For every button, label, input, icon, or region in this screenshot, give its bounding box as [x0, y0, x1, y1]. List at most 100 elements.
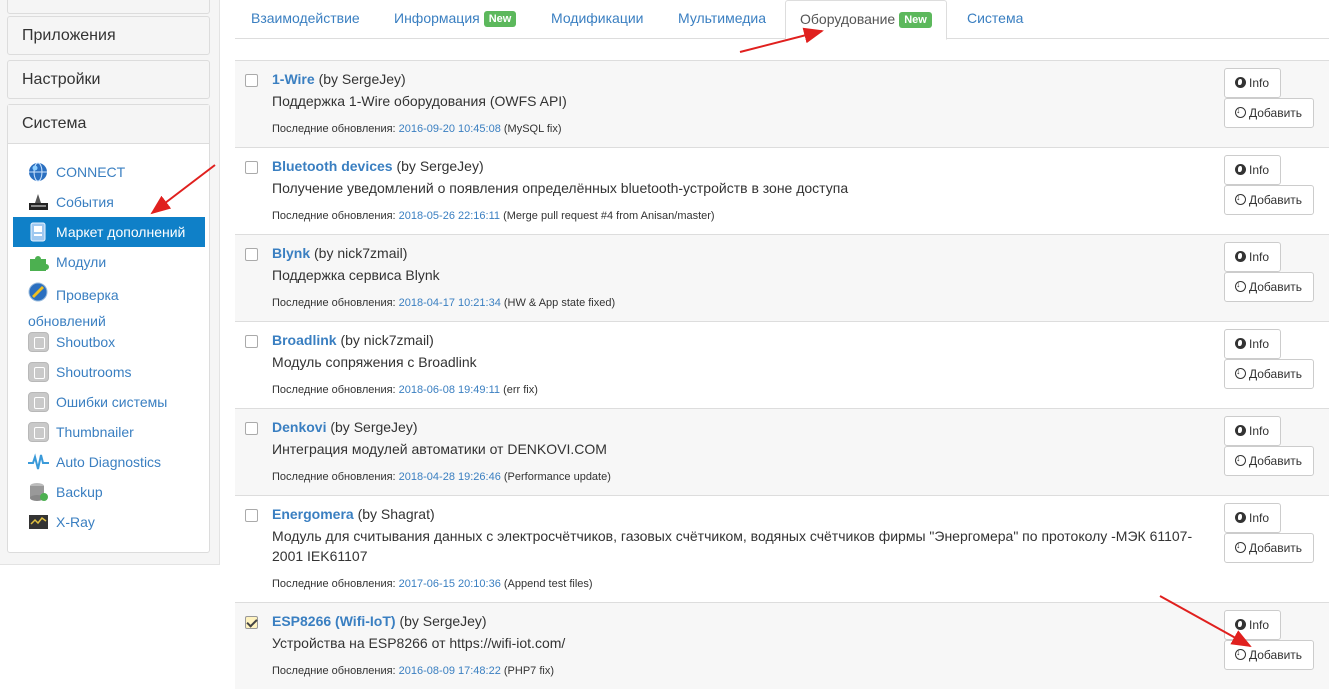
- add-button[interactable]: Добавить: [1224, 185, 1314, 215]
- tab-label: Информация: [394, 10, 480, 26]
- info-button[interactable]: Info: [1224, 416, 1281, 446]
- addon-select-checkbox[interactable]: [245, 422, 258, 435]
- addon-name-link[interactable]: Denkovi: [272, 419, 326, 435]
- addon-last-update: Последние обновления: 2016-08-09 17:48:2…: [272, 665, 554, 677]
- sidebar-item-connect[interactable]: CONNECT: [13, 157, 205, 187]
- add-button-label: Добавить: [1249, 454, 1303, 468]
- update-date: 2018-04-28 19:26:46: [398, 471, 501, 483]
- sidebar-item-system-errors[interactable]: Ошибки системы: [13, 387, 205, 417]
- tab-multimedia[interactable]: Мультимедиа: [678, 0, 766, 39]
- sidebar-section-apps[interactable]: Приложения: [7, 16, 210, 55]
- m-box-icon: [28, 332, 49, 352]
- globe-icon: [1235, 425, 1246, 436]
- tab-interaction[interactable]: Взаимодействие: [251, 0, 360, 39]
- puzzle-icon: [28, 252, 49, 272]
- update-prefix: Последние обновления:: [272, 123, 396, 135]
- add-button[interactable]: Добавить: [1224, 446, 1314, 476]
- addon-description: Устройства на ESP8266 от https://wifi-io…: [272, 635, 566, 651]
- tab-equipment[interactable]: Оборудование New: [785, 0, 947, 40]
- info-button-label: Info: [1249, 618, 1270, 632]
- tab-system[interactable]: Система: [967, 0, 1023, 39]
- add-button-label: Добавить: [1249, 280, 1303, 294]
- backup-db-icon: [28, 482, 49, 502]
- add-button[interactable]: Добавить: [1224, 533, 1314, 563]
- addon-select-checkbox[interactable]: [245, 335, 258, 348]
- addon-author: (by Shagrat): [357, 506, 435, 522]
- sidebar-item-backup[interactable]: Backup: [13, 477, 205, 507]
- add-button[interactable]: Добавить: [1224, 359, 1314, 389]
- connect-globe-icon: [28, 162, 49, 182]
- addon-name-link[interactable]: 1-Wire: [272, 71, 315, 87]
- sidebar-item-auto-diagnostics[interactable]: Auto Diagnostics: [13, 447, 205, 477]
- globe-icon: [1235, 338, 1246, 349]
- addon-row: Energomera (by Shagrat) Модуль для считыв…: [235, 495, 1329, 602]
- addon-select-checkbox[interactable]: [245, 509, 258, 522]
- update-date: 2018-04-17 10:21:34: [398, 297, 501, 309]
- sidebar-item-label: События: [56, 194, 114, 210]
- addon-select-checkbox[interactable]: [245, 74, 258, 87]
- sidebar-item-shoutbox[interactable]: Shoutbox: [13, 327, 205, 357]
- tab-label: Система: [967, 10, 1024, 26]
- add-button[interactable]: Добавить: [1224, 640, 1314, 670]
- addon-description: Модуль для считывания данных с электросч…: [272, 528, 1193, 564]
- add-button[interactable]: Добавить: [1224, 98, 1314, 128]
- addon-name-link[interactable]: Broadlink: [272, 332, 337, 348]
- addon-name-link[interactable]: Energomera: [272, 506, 354, 522]
- sidebar-item-thumbnailer[interactable]: Thumbnailer: [13, 417, 205, 447]
- update-prefix: Последние обновления:: [272, 471, 396, 483]
- market-icon: [28, 222, 49, 242]
- addon-author: (by SergeJey): [399, 613, 487, 629]
- add-button-label: Добавить: [1249, 367, 1303, 381]
- info-button-label: Info: [1249, 163, 1270, 177]
- addon-name-link[interactable]: Bluetooth devices: [272, 158, 393, 174]
- add-button[interactable]: Добавить: [1224, 272, 1314, 302]
- download-circle-icon: [1235, 647, 1246, 660]
- sidebar-item-shoutrooms[interactable]: Shoutrooms: [13, 357, 205, 387]
- addon-last-update: Последние обновления: 2018-04-28 19:26:4…: [272, 471, 611, 483]
- addon-description: Модуль сопряжения с Broadlink: [272, 354, 477, 370]
- info-button[interactable]: Info: [1224, 329, 1281, 359]
- info-button[interactable]: Info: [1224, 610, 1281, 640]
- tab-label: Модификации: [551, 10, 644, 26]
- sidebar-item-label: CONNECT: [56, 164, 126, 180]
- xray-monitor-icon: [28, 512, 49, 532]
- update-prefix: Последние обновления:: [272, 578, 396, 590]
- addon-row: ESP8266 (Wifi-IoT) (by SergeJey) Устройст…: [235, 602, 1329, 689]
- addon-author: (by nick7zmail): [340, 332, 434, 348]
- diagnostics-wave-icon: [28, 452, 49, 472]
- sidebar-item-label: X-Ray: [56, 514, 95, 530]
- sidebar-item-modules[interactable]: Модули: [13, 247, 205, 277]
- addon-select-checkbox[interactable]: [245, 616, 258, 629]
- tab-modifications[interactable]: Модификации: [551, 0, 644, 39]
- sidebar-item-xray[interactable]: X-Ray: [13, 507, 205, 537]
- sidebar-item-market[interactable]: Маркет дополнений: [13, 217, 205, 247]
- add-button-label: Добавить: [1249, 648, 1303, 662]
- info-button-label: Info: [1249, 511, 1270, 525]
- globe-icon: [1235, 251, 1246, 262]
- update-date: 2016-09-20 10:45:08: [398, 123, 501, 135]
- sidebar-section-top[interactable]: [7, 0, 210, 14]
- info-button[interactable]: Info: [1224, 155, 1281, 185]
- sidebar-item-update-check[interactable]: Проверка обновлений: [13, 277, 205, 329]
- addon-description: Поддержка сервиса Blynk: [272, 267, 440, 283]
- info-button[interactable]: Info: [1224, 503, 1281, 533]
- addon-name-link[interactable]: Blynk: [272, 245, 310, 261]
- sidebar-section-system[interactable]: Система: [8, 105, 209, 144]
- addon-select-checkbox[interactable]: [245, 161, 258, 174]
- sidebar-section-settings[interactable]: Настройки: [7, 60, 210, 99]
- tab-information[interactable]: Информация New: [394, 0, 517, 39]
- info-button[interactable]: Info: [1224, 242, 1281, 272]
- update-date: 2016-08-09 17:48:22: [398, 665, 501, 677]
- addon-title: ESP8266 (Wifi-IoT) (by SergeJey): [272, 613, 487, 629]
- addon-title: Blynk (by nick7zmail): [272, 245, 407, 261]
- update-prefix: Последние обновления:: [272, 665, 396, 677]
- sidebar-item-events[interactable]: События: [13, 187, 205, 217]
- update-note: (PHP7 fix): [503, 665, 555, 677]
- globe-icon: [1235, 77, 1246, 88]
- update-prefix: Последние обновления:: [272, 384, 396, 396]
- addon-name-link[interactable]: ESP8266 (Wifi-IoT): [272, 613, 396, 629]
- download-circle-icon: [1235, 540, 1246, 553]
- info-button[interactable]: Info: [1224, 68, 1281, 98]
- sidebar-item-label: Thumbnailer: [56, 424, 134, 440]
- addon-select-checkbox[interactable]: [245, 248, 258, 261]
